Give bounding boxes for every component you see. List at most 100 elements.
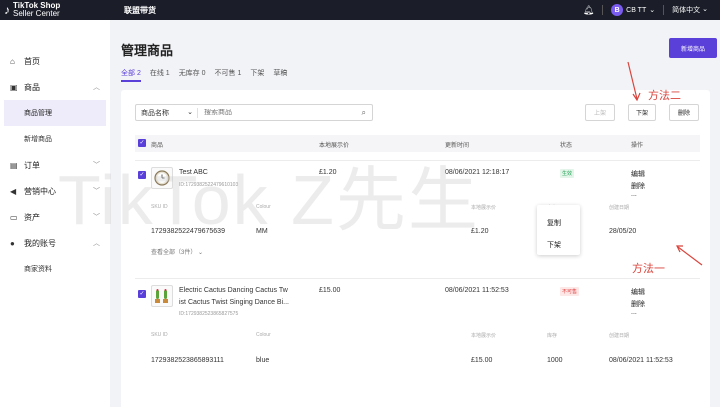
annotation-method2: 方法二 — [648, 90, 681, 102]
chevron-down-icon: ⌄ — [702, 6, 708, 13]
row-checkbox[interactable]: ✓ — [138, 290, 146, 298]
product-price: £15.00 — [319, 287, 341, 294]
chevron-down-icon: ⌄ — [187, 108, 193, 116]
tab-all[interactable]: 全部 2 — [121, 68, 141, 82]
delete-link[interactable]: 删除 — [631, 181, 645, 191]
search-field-select[interactable]: 商品名称 ⌄ — [136, 107, 198, 118]
user-name: CB TT — [626, 6, 647, 14]
tiktok-shop-logo[interactable]: ♪ TikTok Shop Seller Center — [0, 2, 110, 18]
product-id: ID:1729382522479610103 — [179, 182, 239, 188]
product-name-line1[interactable]: Electric Cactus Dancing Cactus Tw — [179, 287, 288, 294]
cactus-image — [155, 289, 168, 303]
more-actions-button[interactable]: ... — [631, 309, 637, 316]
main-content: 管理商品 新增商品 全部 2 在线 1 无库存 0 不可售 1 下架 草稿 商品… — [110, 20, 720, 407]
sku-column-header: SKU ID — [151, 204, 168, 210]
add-product-button[interactable]: 新增商品 — [669, 38, 717, 58]
product-id: ID:1729382523865827575 — [179, 311, 239, 317]
delete-button[interactable]: 删除 — [669, 104, 699, 121]
clock-image — [154, 170, 170, 186]
sidebar-item-label: 资产 — [24, 212, 40, 222]
sku-column-header: Colour — [256, 332, 271, 338]
language-selector[interactable]: 简体中文 ⌄ — [672, 5, 708, 15]
table-row: ✓ Electric Cactus Dancing Cactus Tw ist … — [135, 278, 700, 390]
chevron-up-icon: ︿ — [93, 240, 100, 247]
product-table-card: 商品名称 ⌄ ⌕ 上架 下架 删除 ✓ 商品 本地展示价 更新时间 状态 操作 … — [121, 90, 710, 407]
offline-button[interactable]: 下架 — [628, 104, 656, 121]
select-all-checkbox[interactable]: ✓ — [138, 139, 146, 147]
sidebar-item-manage-products[interactable]: 商品管理 — [4, 100, 106, 126]
top-bar: ♪ TikTok Shop Seller Center 联盟带货 🔔︎ B CB… — [0, 0, 720, 20]
column-header: 操作 — [631, 143, 644, 149]
column-header: 状态 — [560, 143, 573, 149]
avatar: B — [611, 4, 624, 16]
sku-header: SKU ID Colour 本地展示价 库存 创建日期 — [135, 332, 700, 342]
sidebar-item-marketing[interactable]: ◀ 营销中心 ﹀ — [0, 178, 110, 204]
tab-offline[interactable]: 下架 — [250, 68, 264, 78]
tab-online[interactable]: 在线 1 — [150, 68, 170, 78]
divider — [663, 5, 665, 15]
search-input[interactable] — [198, 109, 362, 116]
menu-item-offline[interactable]: 下架 — [547, 240, 561, 250]
bell-icon[interactable]: 🔔︎ — [583, 5, 594, 16]
order-icon: ▤ — [10, 160, 18, 170]
page-title: 管理商品 — [121, 43, 174, 58]
sidebar-item-home[interactable]: ⌂ 首页 — [0, 48, 110, 74]
view-all-link[interactable]: 查看全部（3件） ⌄ — [151, 247, 203, 256]
product-name[interactable]: Test ABC — [179, 169, 208, 176]
divider — [602, 5, 604, 15]
sku-id: 1729382523865893111 — [151, 357, 224, 364]
affiliate-nav-title[interactable]: 联盟带货 — [124, 5, 156, 16]
sku-colour: blue — [256, 357, 270, 364]
sku-column-header: Colour — [256, 204, 271, 210]
tab-drafts[interactable]: 草稿 — [273, 68, 287, 78]
sidebar-item-label: 营销中心 — [24, 186, 56, 196]
product-name-line2[interactable]: ist Cactus Twist Singing Dance Bi... — [179, 299, 289, 306]
logo-line2: Seller Center — [13, 9, 60, 18]
bag-icon: ▣ — [10, 82, 18, 92]
sku-price: £15.00 — [471, 357, 493, 364]
more-actions-button[interactable]: ... — [631, 191, 637, 198]
product-thumbnail — [151, 285, 173, 307]
sku-created: 28/05/20 — [609, 228, 637, 235]
sidebar-item-label: 首页 — [24, 56, 40, 66]
sku-column-header: 本地展示价 — [471, 205, 497, 211]
sidebar-item-account[interactable]: ● 我的账号 ︿ — [0, 230, 110, 256]
delete-link[interactable]: 删除 — [631, 299, 645, 309]
online-button[interactable]: 上架 — [585, 104, 615, 121]
wallet-icon: ▭ — [10, 212, 18, 222]
chevron-down-icon: ﹀ — [93, 188, 100, 195]
column-header: 更新时间 — [445, 143, 470, 149]
sku-column-header: 本地展示价 — [471, 333, 497, 339]
status-tabs: 全部 2 在线 1 无库存 0 不可售 1 下架 草稿 — [121, 68, 287, 82]
sku-price: £1.20 — [471, 228, 489, 235]
table-row: ✓ Test ABC ID:1729382522479610103 £1.20 … — [135, 160, 700, 265]
user-menu[interactable]: B CB TT ⌄ — [611, 4, 655, 16]
menu-item-copy[interactable]: 复制 — [547, 218, 561, 228]
sidebar-item-assets[interactable]: ▭ 资产 ﹀ — [0, 204, 110, 230]
sku-id: 1729382522479675639 — [151, 228, 225, 235]
chevron-down-icon: ⌄ — [198, 250, 204, 256]
edit-link[interactable]: 编辑 — [631, 287, 645, 297]
more-actions-menu: 复制 下架 — [537, 205, 580, 255]
tab-out-of-stock[interactable]: 无库存 0 — [179, 68, 206, 78]
tiktok-note-icon: ♪ — [4, 3, 10, 17]
home-icon: ⌂ — [10, 56, 15, 66]
sidebar-item-products[interactable]: ▣ 商品 ︿ — [0, 74, 110, 100]
annotation-method1: 方法一 — [632, 263, 665, 275]
sku-colour: MM — [256, 228, 268, 235]
edit-link[interactable]: 编辑 — [631, 169, 645, 179]
row-checkbox[interactable]: ✓ — [138, 171, 146, 179]
sku-header: SKU ID Colour 本地展示价 库存 创建日期 — [135, 204, 700, 214]
tab-unavailable[interactable]: 不可售 1 — [215, 68, 242, 78]
user-icon: ● — [10, 238, 15, 248]
sidebar-item-label: 订单 — [24, 160, 40, 170]
updated-time: 08/06/2021 11:52:53 — [445, 287, 509, 294]
column-header: 商品 — [151, 143, 164, 149]
sidebar-item-add-product[interactable]: 新增商品 — [0, 126, 110, 152]
chevron-down-icon: ﹀ — [93, 162, 100, 169]
sku-stock: 1000 — [547, 357, 563, 364]
search-icon[interactable]: ⌕ — [362, 108, 372, 118]
sidebar-item-seller-profile[interactable]: 商家资料 — [0, 256, 110, 282]
view-all-label: 查看全部（3件） — [151, 250, 197, 256]
sidebar-item-orders[interactable]: ▤ 订单 ﹀ — [0, 152, 110, 178]
